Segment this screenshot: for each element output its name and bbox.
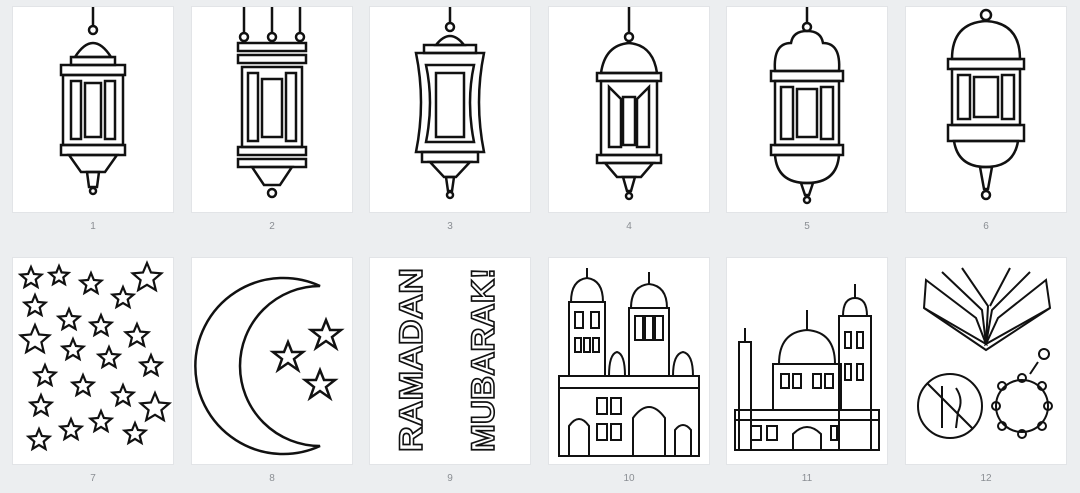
page-number-6: 6 — [983, 221, 989, 232]
star-icon — [87, 312, 115, 338]
word-mubarak: MUBARAK! — [465, 268, 501, 452]
star-icon — [77, 270, 105, 296]
page-number-9: 9 — [447, 473, 453, 484]
star-icon — [121, 420, 149, 446]
mosque-icon — [558, 268, 700, 457]
star-icon — [21, 292, 49, 318]
lantern-icon — [414, 7, 486, 200]
star-icon — [31, 362, 59, 388]
star-icon — [55, 306, 83, 332]
star-icon — [17, 322, 53, 355]
page-number-1: 1 — [90, 221, 96, 232]
page-number-10: 10 — [623, 473, 635, 484]
stars-icon — [17, 260, 173, 452]
page-thumbnail-4[interactable] — [549, 7, 709, 212]
star-icon — [87, 408, 115, 434]
star-icon — [17, 264, 45, 290]
crescent-moon-icon — [194, 276, 345, 456]
page-number-12: 12 — [980, 473, 992, 484]
page-number-2: 2 — [269, 221, 275, 232]
page-thumbnail-11[interactable] — [727, 258, 887, 464]
star-icon — [59, 336, 87, 362]
lantern-icon — [595, 7, 663, 201]
page-number-8: 8 — [269, 473, 275, 484]
star-icon — [57, 416, 85, 442]
page-thumbnail-8[interactable] — [192, 258, 352, 464]
star-icon — [137, 352, 165, 378]
page-number-11: 11 — [801, 473, 813, 484]
star-icon — [129, 260, 165, 293]
page-number-3: 3 — [447, 221, 453, 232]
star-icon — [95, 344, 123, 370]
page-number-4: 4 — [626, 221, 632, 232]
page-thumbnail-grid: 1 2 3 4 5 6 RAMADAN MUBARAK! 7 8 9 10 11… — [0, 0, 1080, 493]
star-icon — [46, 263, 72, 287]
star-icon — [27, 392, 55, 418]
page-thumbnail-6[interactable] — [906, 7, 1066, 212]
lantern-icon — [236, 7, 308, 199]
ramadan-mubarak-text-art: RAMADAN MUBARAK! — [392, 267, 502, 453]
star-icon — [69, 372, 97, 398]
page-thumbnail-10[interactable] — [549, 258, 709, 464]
word-ramadan: RAMADAN — [393, 268, 429, 452]
page-thumbnail-7[interactable] — [13, 258, 173, 464]
mosque-icon — [734, 284, 880, 451]
star-icon — [109, 382, 137, 408]
lantern-icon — [769, 7, 845, 205]
page-number-7: 7 — [90, 473, 96, 484]
quran-icon — [917, 267, 1053, 439]
lantern-icon — [946, 8, 1026, 201]
lantern-icon — [59, 7, 127, 196]
page-thumbnail-2[interactable] — [192, 7, 352, 212]
page-thumbnail-1[interactable] — [13, 7, 173, 212]
page-thumbnail-3[interactable] — [370, 7, 530, 212]
star-icon — [122, 321, 152, 349]
page-number-5: 5 — [804, 221, 810, 232]
star-icon — [137, 390, 173, 423]
page-thumbnail-5[interactable] — [727, 7, 887, 212]
page-thumbnail-12[interactable] — [906, 258, 1066, 464]
star-icon — [109, 284, 137, 310]
page-thumbnail-9[interactable]: RAMADAN MUBARAK! — [370, 258, 530, 464]
star-icon — [25, 426, 53, 452]
